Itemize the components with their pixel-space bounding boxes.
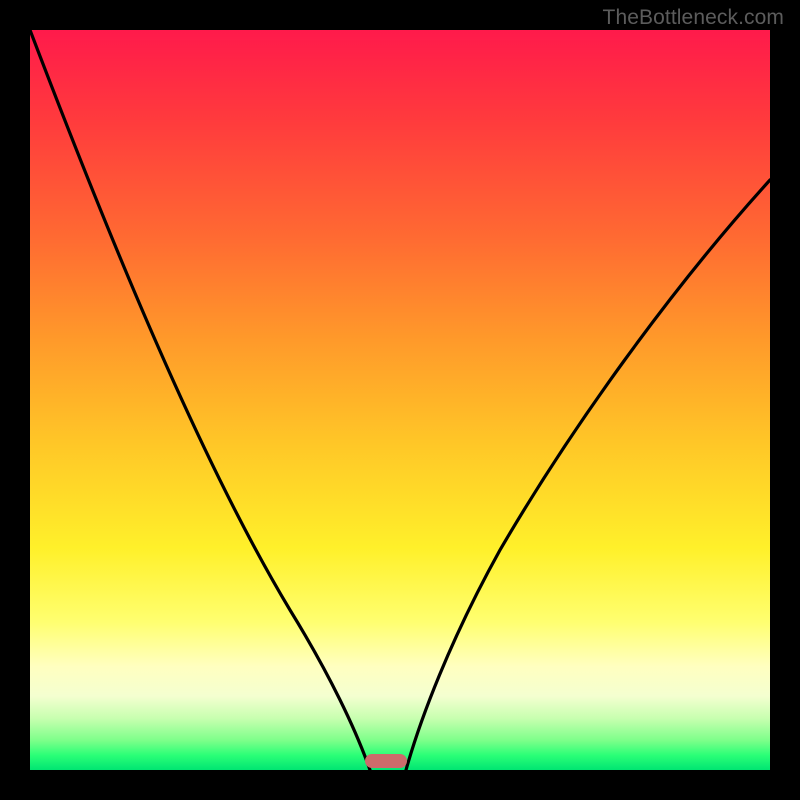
bottleneck-marker — [365, 754, 407, 768]
curves-svg — [30, 30, 770, 770]
watermark-text: TheBottleneck.com — [603, 6, 784, 30]
right-curve — [406, 180, 770, 770]
left-curve — [30, 30, 370, 770]
plot-area — [30, 30, 770, 770]
